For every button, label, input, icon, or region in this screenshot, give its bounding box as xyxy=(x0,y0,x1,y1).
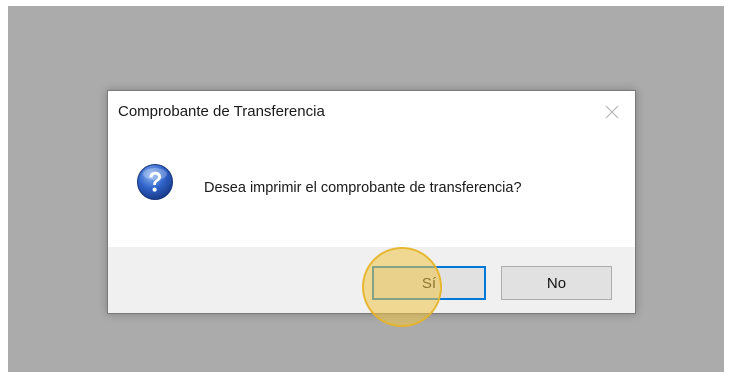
message-dialog: Comprobante de Transferencia Desea impri… xyxy=(107,90,636,314)
close-button[interactable] xyxy=(599,99,625,125)
dialog-message: Desea imprimir el comprobante de transfe… xyxy=(204,180,522,196)
dialog-footer: Sí No xyxy=(108,247,635,313)
question-icon xyxy=(137,164,173,200)
dialog-titlebar[interactable]: Comprobante de Transferencia xyxy=(108,91,635,131)
dialog-title: Comprobante de Transferencia xyxy=(118,103,325,120)
dialog-content: Desea imprimir el comprobante de transfe… xyxy=(108,131,635,247)
yes-button[interactable]: Sí xyxy=(372,266,486,300)
no-button[interactable]: No xyxy=(501,266,612,300)
close-icon xyxy=(605,105,619,119)
